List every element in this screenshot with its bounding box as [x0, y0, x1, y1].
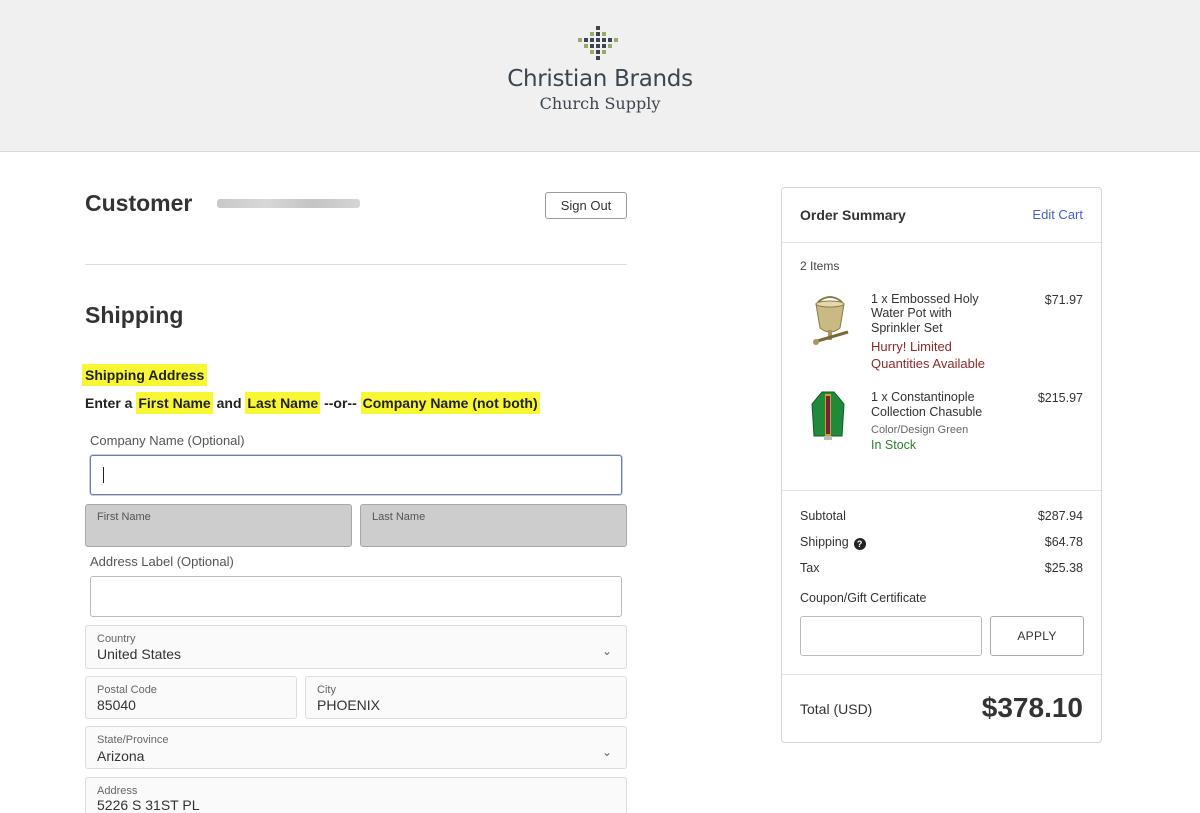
first-name-input[interactable]: First Name: [85, 504, 352, 547]
instruction-text-2: and: [212, 395, 246, 411]
postal-code-input[interactable]: Postal Code 85040: [85, 676, 297, 719]
item-2-price: $215.97: [1037, 391, 1083, 405]
chasuble-image: [811, 391, 845, 440]
shipping-cost-value: $64.78: [1044, 535, 1083, 549]
country-select[interactable]: Country United States ⌄: [85, 625, 627, 669]
shipping-address-heading: Shipping Address: [82, 364, 208, 386]
order-summary-title: Order Summary: [800, 207, 906, 223]
company-name-input[interactable]: [90, 455, 622, 495]
site-header: Christian Brands Church Supply: [0, 0, 1200, 152]
last-name-input[interactable]: Last Name: [360, 504, 627, 547]
instruction-text-3: --or--: [320, 395, 361, 411]
item-1-name-line-2: Water Pot with: [871, 306, 952, 320]
address-input[interactable]: Address 5226 S 31ST PL: [85, 777, 627, 813]
summary-divider: [782, 490, 1101, 491]
last-name-label: Last Name: [372, 511, 426, 523]
cross-logo-icon: [578, 26, 618, 60]
sign-out-button[interactable]: Sign Out: [545, 192, 627, 219]
holy-water-pot-image: [813, 296, 849, 345]
coupon-label: Coupon/Gift Certificate: [800, 591, 927, 605]
city-value: PHOENIX: [317, 697, 381, 713]
instruction-text-1: Enter a: [85, 395, 137, 411]
city-input[interactable]: City PHOENIX: [305, 676, 627, 719]
brand-subtitle: Church Supply: [539, 94, 661, 113]
item-1-name-line-1: 1 x Embossed Holy: [871, 292, 979, 306]
instruction-company: Company Name (not both): [360, 392, 540, 414]
country-label: Country: [97, 633, 136, 645]
item-1-name-line-3: Sprinkler Set: [871, 321, 943, 335]
item-2-name-line-1: 1 x Constantinople: [871, 390, 975, 404]
first-name-label: First Name: [97, 511, 151, 523]
shipping-heading: Shipping: [85, 302, 184, 328]
brand-logo[interactable]: Christian Brands Church Supply: [480, 24, 720, 124]
chevron-down-icon: ⌄: [601, 644, 612, 658]
item-1-price: $71.97: [1044, 293, 1083, 307]
apply-coupon-button[interactable]: APPLY: [990, 616, 1084, 656]
company-name-label: Company Name (Optional): [90, 433, 245, 448]
shipping-cost-label: Shipping: [800, 535, 849, 549]
coupon-input[interactable]: [800, 616, 982, 656]
tax-label: Tax: [800, 561, 820, 575]
items-count: 2 Items: [800, 259, 840, 273]
order-summary-panel: Order Summary Edit Cart 2 Items 1 x Embo…: [781, 187, 1102, 743]
item-2-name-line-2: Collection Chasuble: [871, 405, 983, 419]
customer-email-redacted: [217, 199, 360, 208]
section-divider: [85, 264, 627, 265]
state-select[interactable]: State/Province Arizona ⌄: [85, 726, 627, 769]
city-label: City: [317, 684, 336, 696]
edit-cart-link[interactable]: Edit Cart: [1032, 207, 1083, 222]
state-value: Arizona: [97, 748, 145, 764]
instruction-first-name: First Name: [136, 392, 213, 414]
address-field-label: Address: [97, 785, 138, 797]
item-1-warning-line-2: Quantities Available: [871, 356, 985, 371]
item-1-warning-line-1: Hurry! Limited: [871, 339, 952, 354]
total-value: $378.10: [981, 692, 1083, 723]
subtotal-value: $287.94: [1037, 509, 1083, 523]
postal-code-label: Postal Code: [97, 684, 157, 696]
text-caret: [103, 467, 104, 483]
total-label: Total (USD): [800, 701, 873, 717]
summary-divider: [782, 674, 1101, 675]
state-label: State/Province: [97, 734, 169, 746]
address-value: 5226 S 31ST PL: [97, 797, 200, 813]
subtotal-label: Subtotal: [800, 509, 846, 523]
address-label-label: Address Label (Optional): [90, 554, 234, 569]
brand-name: Christian Brands: [507, 66, 693, 92]
country-value: United States: [97, 646, 182, 662]
address-label-input[interactable]: [90, 576, 622, 617]
help-icon[interactable]: ?: [853, 538, 866, 550]
item-2-stock-status: In Stock: [871, 438, 917, 452]
item-2-option: Color/Design Green: [871, 424, 969, 436]
customer-heading: Customer: [85, 190, 193, 216]
summary-divider: [782, 242, 1101, 243]
postal-code-value: 85040: [97, 697, 136, 713]
chevron-down-icon: ⌄: [601, 745, 612, 759]
instruction-last-name: Last Name: [245, 392, 321, 414]
shipping-cost-label-row: Shipping?: [800, 535, 866, 550]
tax-value: $25.38: [1044, 561, 1083, 575]
name-instruction: Enter a First Name and Last Name --or-- …: [85, 392, 540, 414]
